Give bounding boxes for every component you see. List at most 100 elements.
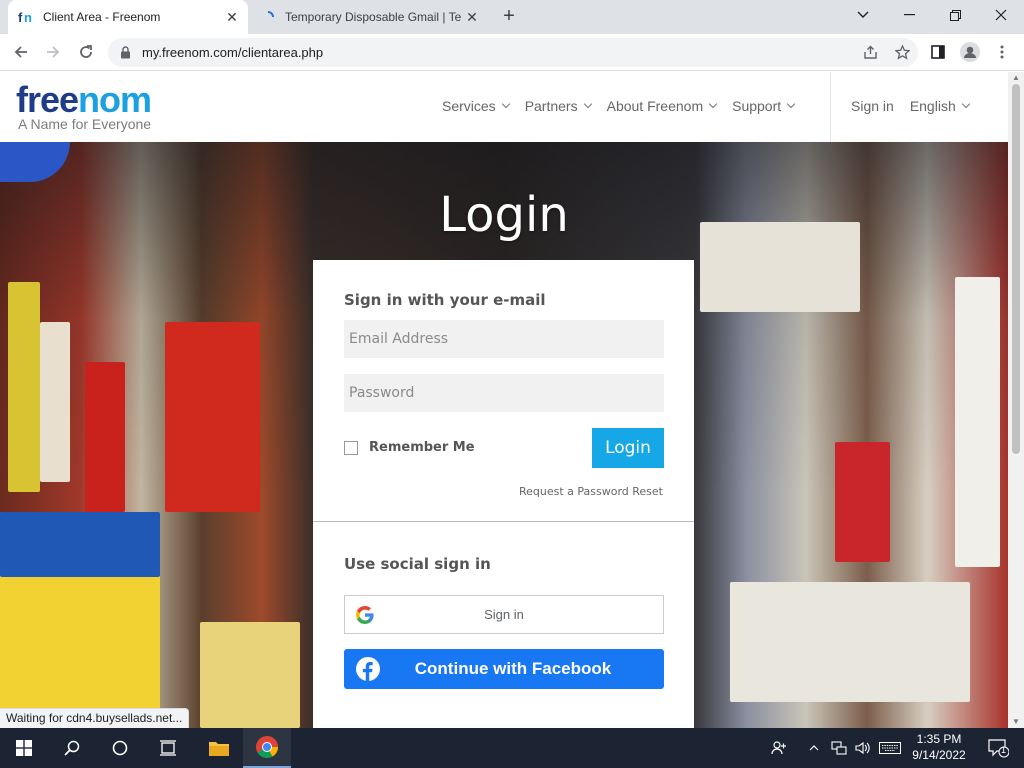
people-icon[interactable] xyxy=(764,728,794,768)
chevron-down-icon xyxy=(708,99,718,109)
password-field[interactable] xyxy=(344,374,664,412)
sign-in-link[interactable]: Sign in xyxy=(851,98,894,114)
tab-client-area[interactable]: fn Client Area - Freenom ✕ xyxy=(8,0,248,34)
lock-icon[interactable] xyxy=(120,46,134,59)
profile-avatar-icon[interactable] xyxy=(957,39,983,65)
tab-title: Client Area - Freenom xyxy=(43,10,161,24)
language-label: English xyxy=(909,98,956,114)
chevron-down-icon xyxy=(501,99,510,109)
volume-icon[interactable] xyxy=(852,728,874,768)
svg-text:f: f xyxy=(18,10,23,25)
login-button[interactable]: Login xyxy=(592,428,664,468)
more-menu-icon[interactable] xyxy=(989,39,1015,65)
side-panel-icon[interactable] xyxy=(925,39,951,65)
hero-sign-decoration xyxy=(200,622,300,728)
browser-tab-strip: fn Client Area - Freenom ✕ Temporary Dis… xyxy=(0,0,1024,34)
hero-sign-decoration xyxy=(0,512,160,577)
nav-label: Partners xyxy=(524,98,578,114)
tab-close-icon[interactable]: ✕ xyxy=(462,7,482,27)
close-window-button[interactable] xyxy=(978,0,1024,30)
nav-label: About Freenom xyxy=(606,98,704,114)
clock-time: 1:35 PM xyxy=(916,732,962,746)
minimize-button[interactable] xyxy=(886,0,932,30)
card-divider xyxy=(313,521,694,522)
logo-tagline: A Name for Everyone xyxy=(18,116,152,132)
page-viewport: freenom A Name for Everyone Services Par… xyxy=(0,72,1024,728)
bookmark-star-icon[interactable] xyxy=(886,45,918,60)
nav-support[interactable]: Support xyxy=(732,98,796,114)
cortana-icon[interactable] xyxy=(96,728,144,768)
email-signin-heading: Sign in with your e-mail xyxy=(344,291,546,309)
google-signin-label: Sign in xyxy=(484,607,524,622)
page-scrollbar[interactable]: ▲ ▼ xyxy=(1008,72,1024,728)
browser-status-bar: Waiting for cdn4.buysellads.net... xyxy=(0,708,190,728)
keyboard-icon[interactable] xyxy=(876,728,904,768)
hero-sign-decoration xyxy=(0,142,70,182)
nav-partners[interactable]: Partners xyxy=(524,98,592,114)
back-arrow-icon[interactable] xyxy=(8,39,34,65)
logo-wordmark: freenom xyxy=(16,79,152,120)
hero-sign-decoration xyxy=(85,362,125,512)
windows-taskbar: 1:35 PM 9/14/2022 1 xyxy=(0,728,1024,768)
forward-arrow-icon[interactable] xyxy=(40,39,66,65)
network-icon[interactable] xyxy=(828,728,850,768)
google-logo-icon xyxy=(345,605,385,624)
share-icon[interactable] xyxy=(854,45,886,60)
search-icon[interactable] xyxy=(48,728,96,768)
nav-label: Services xyxy=(442,98,496,114)
scroll-up-arrow-icon[interactable]: ▲ xyxy=(1008,72,1024,84)
clock-date: 9/14/2022 xyxy=(912,748,966,762)
email-field[interactable] xyxy=(344,320,664,358)
freenom-logo[interactable]: freenom A Name for Everyone xyxy=(16,79,152,133)
scroll-down-arrow-icon[interactable]: ▼ xyxy=(1008,716,1024,728)
chevron-down-icon xyxy=(583,99,592,109)
svg-text:n: n xyxy=(24,10,32,25)
remember-me-option[interactable]: Remember Me xyxy=(344,440,475,455)
browser-toolbar: my.freenom.com/clientarea.php xyxy=(0,34,1024,71)
loading-spinner-icon xyxy=(260,9,276,25)
chevron-down-icon xyxy=(961,99,970,109)
facebook-signin-button[interactable]: Continue with Facebook xyxy=(344,649,664,689)
address-bar[interactable]: my.freenom.com/clientarea.php xyxy=(108,38,918,67)
password-reset-link[interactable]: Request a Password Reset xyxy=(519,485,663,498)
site-header: freenom A Name for Everyone Services Par… xyxy=(0,72,1008,142)
language-selector[interactable]: English xyxy=(909,98,970,114)
hero-sign-decoration xyxy=(8,282,40,492)
hero-sign-decoration xyxy=(835,442,890,562)
chevron-down-icon xyxy=(786,99,796,109)
windows-start-icon[interactable] xyxy=(0,728,48,768)
login-card: Sign in with your e-mail Remember Me Log… xyxy=(313,260,694,728)
taskbar-clock[interactable]: 1:35 PM 9/14/2022 xyxy=(906,731,972,763)
scrollbar-thumb[interactable] xyxy=(1012,84,1020,454)
restore-button[interactable] xyxy=(932,0,978,30)
file-explorer-icon[interactable] xyxy=(195,728,243,768)
tab-temporary-gmail[interactable]: Temporary Disposable Gmail | Te ✕ xyxy=(250,0,488,34)
main-navigation: Services Partners About Freenom Support xyxy=(442,98,810,114)
new-tab-button[interactable]: + xyxy=(498,6,520,28)
remember-me-label: Remember Me xyxy=(369,440,475,455)
tab-close-icon[interactable]: ✕ xyxy=(222,7,242,27)
tray-chevron-up-icon[interactable] xyxy=(806,728,822,768)
hero-sign-decoration xyxy=(165,322,260,512)
hero-sign-decoration xyxy=(730,582,970,702)
social-signin-heading: Use social sign in xyxy=(344,555,491,573)
reload-icon[interactable] xyxy=(73,39,99,65)
notification-center-icon[interactable]: 1 xyxy=(978,728,1018,768)
account-navigation: Sign in English xyxy=(851,98,985,114)
nav-services[interactable]: Services xyxy=(442,98,510,114)
task-view-icon[interactable] xyxy=(144,728,192,768)
hero-sign-decoration xyxy=(955,277,1000,567)
chrome-taskbar-icon[interactable] xyxy=(243,728,291,768)
url-text[interactable]: my.freenom.com/clientarea.php xyxy=(142,45,854,60)
hero-sign-decoration xyxy=(40,322,70,482)
tab-search-chevron-icon[interactable] xyxy=(840,0,886,30)
freenom-favicon-icon: fn xyxy=(18,9,34,25)
google-signin-button[interactable]: Sign in xyxy=(344,595,664,634)
page-title: Login xyxy=(439,187,569,243)
remember-me-checkbox[interactable] xyxy=(344,440,358,455)
nav-about[interactable]: About Freenom xyxy=(606,98,718,114)
tab-title: Temporary Disposable Gmail | Te xyxy=(285,10,462,24)
nav-label: Support xyxy=(732,98,782,114)
nav-divider xyxy=(830,72,831,142)
facebook-logo-icon xyxy=(344,657,392,681)
